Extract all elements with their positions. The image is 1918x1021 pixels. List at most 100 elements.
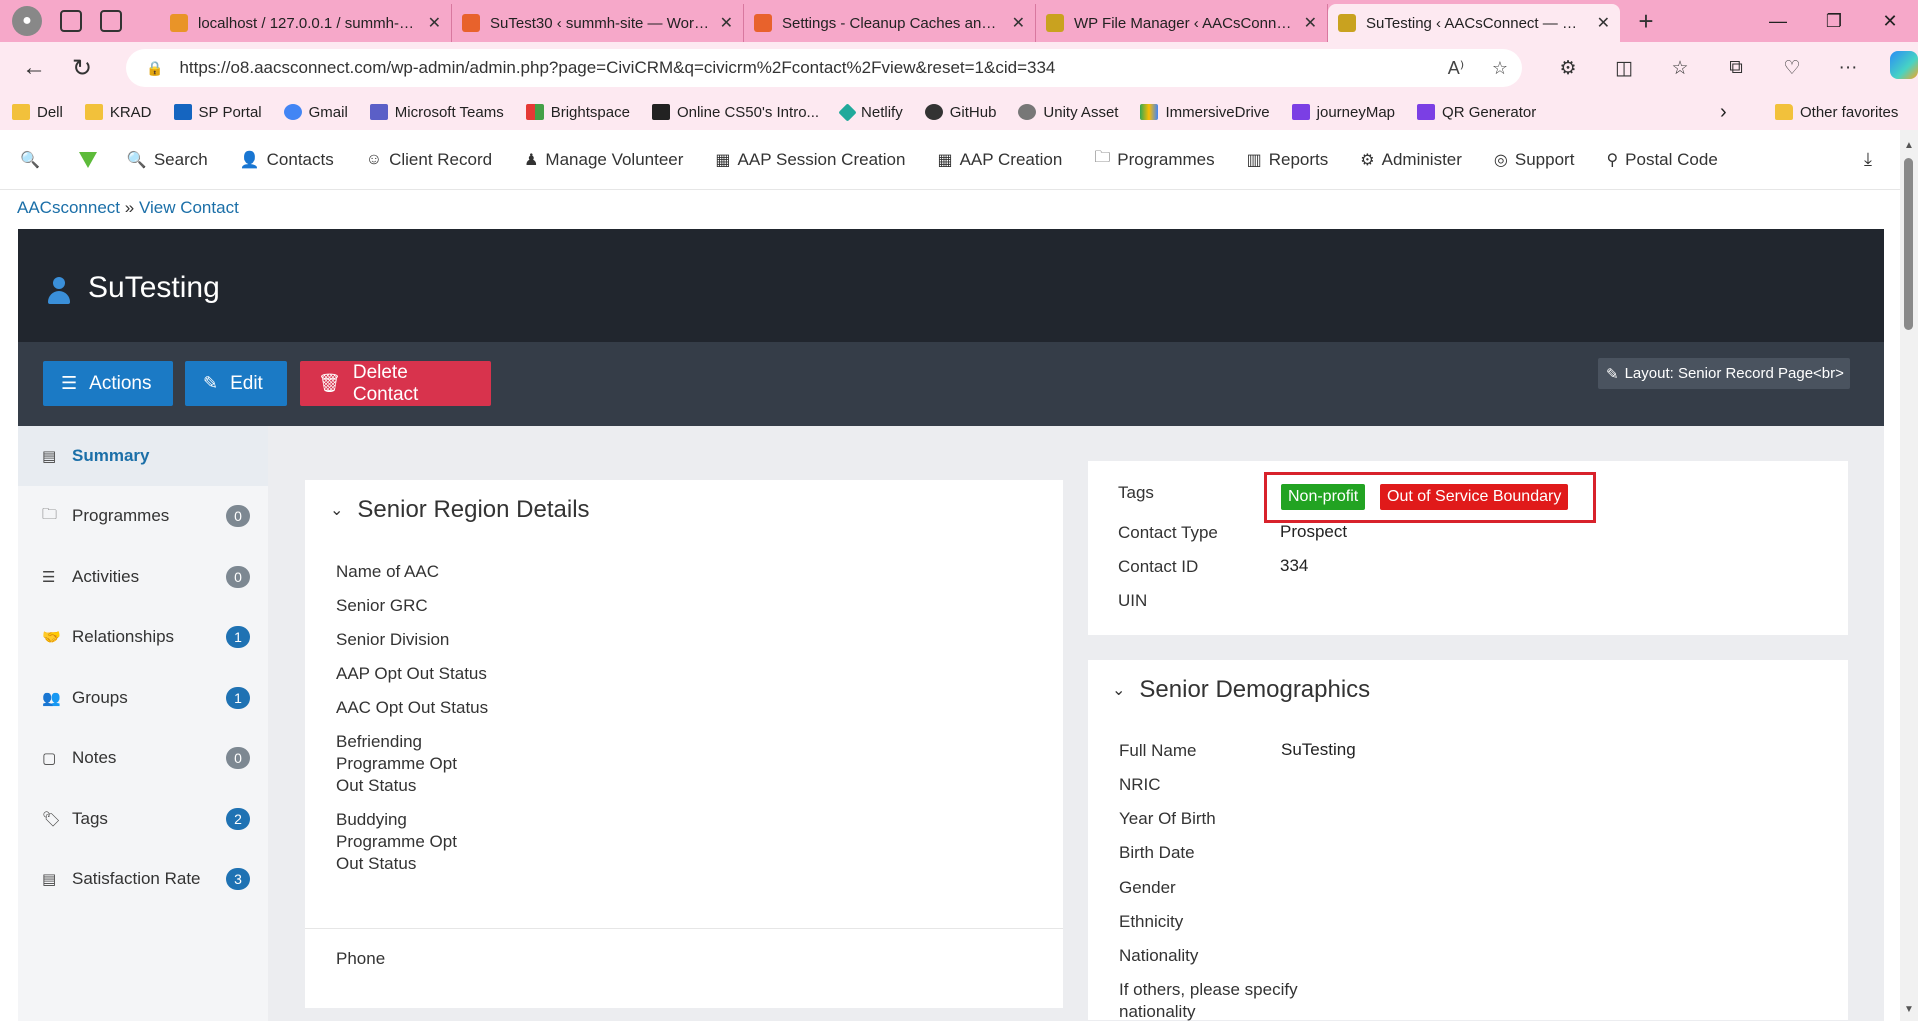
count-badge: 0 <box>226 566 250 588</box>
minimize-icon[interactable]: — <box>1750 11 1806 32</box>
lifebuoy-icon: ◎ <box>1493 151 1508 169</box>
other-favorites[interactable]: Other favorites <box>1775 104 1898 121</box>
menu-administer[interactable]: ⚙ Administer <box>1360 150 1462 170</box>
browser-tab-active[interactable]: SuTesting ‹ AACsConnect — Wor ✕ <box>1328 4 1620 42</box>
more-menu-icon[interactable]: ··· <box>1820 57 1876 79</box>
breadcrumb: AACsconnect » View Contact <box>17 198 239 218</box>
menu-client-record[interactable]: ☺ Client Record <box>366 150 492 170</box>
profile-icon[interactable]: ● <box>12 6 42 36</box>
browser-essentials-icon[interactable]: ♡ <box>1764 57 1820 80</box>
browser-tab[interactable]: WP File Manager ‹ AACsConnect ✕ <box>1036 4 1328 42</box>
favorite-item[interactable]: Brightspace <box>525 104 630 121</box>
contact-type-value: Prospect <box>1280 522 1348 541</box>
favorite-item[interactable]: GitHub <box>924 103 997 121</box>
tab-label: Tags <box>72 809 108 828</box>
scroll-up-icon[interactable]: ▲ <box>1904 140 1914 151</box>
tab-actions-icon[interactable] <box>100 10 122 32</box>
menu-support[interactable]: ◎ Support <box>1494 150 1575 170</box>
field-label: AAP Opt Out Status <box>336 664 487 683</box>
close-tab-icon[interactable]: ✕ <box>1597 13 1610 33</box>
copilot-icon[interactable] <box>1876 51 1918 85</box>
close-tab-icon[interactable]: ✕ <box>428 13 441 33</box>
favorite-item[interactable]: Unity Asset <box>1018 104 1118 121</box>
extensions-icon[interactable]: ⚙ <box>1540 57 1596 80</box>
menu-programmes[interactable]: 🗀 Programmes <box>1094 146 1214 173</box>
url-text[interactable]: https://o8.aacsconnect.com/wp-admin/admi… <box>179 58 1434 78</box>
read-aloud-icon[interactable]: A⁾ <box>1434 58 1478 79</box>
favorite-label: Gmail <box>308 103 348 121</box>
tab-groups[interactable]: 👥 Groups 1 <box>18 668 268 728</box>
favorite-star-icon[interactable]: ☆ <box>1478 58 1522 79</box>
browser-tab[interactable]: SuTest30 ‹ summh-site — WordPr ✕ <box>452 4 744 42</box>
tab-tags[interactable]: 🏷 Tags 2 <box>18 789 268 849</box>
breadcrumb-root-link[interactable]: AACsconnect <box>17 198 120 217</box>
close-window-icon[interactable]: ✕ <box>1862 11 1918 32</box>
menu-search[interactable]: 🔍 Search <box>127 150 208 170</box>
favorite-item[interactable]: ImmersiveDrive <box>1140 104 1270 121</box>
tab-summary[interactable]: ▤ Summary <box>18 426 268 486</box>
download-icon[interactable]: ⤓ <box>1864 149 1872 170</box>
field-label: If others, please specify nationality <box>1119 980 1298 1021</box>
menu-reports[interactable]: ▥ Reports <box>1247 150 1329 170</box>
menu-label: Manage Volunteer <box>545 149 684 169</box>
page-scrollbar[interactable]: ▲ ▼ <box>1900 130 1918 1021</box>
favorite-item[interactable]: Gmail <box>283 103 348 121</box>
scroll-down-icon[interactable]: ▼ <box>1904 1004 1914 1015</box>
scroll-thumb[interactable] <box>1904 158 1913 330</box>
tab-notes[interactable]: ▢ Notes 0 <box>18 728 268 788</box>
menu-label: Administer <box>1381 149 1462 169</box>
restore-icon[interactable]: ❐ <box>1806 11 1862 32</box>
favorite-item[interactable]: Online CS50's Intro... <box>651 104 819 121</box>
civicrm-logo-icon[interactable] <box>78 151 97 168</box>
menu-aap-session-creation[interactable]: ▦ AAP Session Creation <box>715 150 905 170</box>
senior-region-title[interactable]: ⌄ Senior Region Details <box>330 496 590 524</box>
menu-aap-creation[interactable]: ▦ AAP Creation <box>937 150 1062 170</box>
chevron-right-icon[interactable]: › <box>1720 101 1727 124</box>
tab-relationships[interactable]: 🤝 Relationships 1 <box>18 607 268 667</box>
menu-manage-volunteer[interactable]: ♟ Manage Volunteer <box>524 150 683 170</box>
layout-switch-button[interactable]: ✎ Layout: Senior Record Page<br> <box>1598 358 1850 389</box>
person-icon: ♟ <box>524 151 539 169</box>
menu-postal-code[interactable]: ⚲ Postal Code <box>1606 150 1717 170</box>
calendar-icon: ▦ <box>715 151 731 169</box>
delete-contact-button[interactable]: 🗑 Delete Contact <box>300 361 491 406</box>
field-label: Ethnicity <box>1119 912 1184 931</box>
breadcrumb-current-link[interactable]: View Contact <box>139 198 239 217</box>
senior-demographics-title[interactable]: ⌄ Senior Demographics <box>1112 676 1370 704</box>
tab-satisfaction-rate[interactable]: ▤ Satisfaction Rate 3 <box>18 849 268 909</box>
favorites-icon[interactable]: ☆ <box>1652 57 1708 80</box>
split-screen-icon[interactable]: ◫ <box>1596 57 1652 80</box>
refresh-icon[interactable]: ↻ <box>58 54 106 83</box>
folder-open-icon: 🗀 <box>1094 149 1111 166</box>
address-bar[interactable]: 🔒 https://o8.aacsconnect.com/wp-admin/ad… <box>126 49 1522 87</box>
favorite-item[interactable]: Dell <box>12 104 63 121</box>
tab-programmes[interactable]: 🗀 Programmes 0 <box>18 486 268 546</box>
menu-contacts[interactable]: 👤 Contacts <box>240 150 334 170</box>
favorite-item[interactable]: KRAD <box>84 104 152 121</box>
favorite-item[interactable]: SP Portal <box>173 104 262 121</box>
actions-button[interactable]: ☰ Actions <box>43 361 173 406</box>
collections-icon[interactable]: ⧉ <box>1708 57 1764 79</box>
favorite-label: Microsoft Teams <box>394 103 504 121</box>
site-info-icon[interactable]: 🔒 <box>146 60 163 77</box>
favorite-item[interactable]: Netlify <box>838 102 903 122</box>
github-icon <box>924 104 943 120</box>
quicksearch-icon[interactable]: 🔍 <box>20 150 47 170</box>
favorite-label: GitHub <box>949 103 997 121</box>
field-label: Nationality <box>1119 946 1199 965</box>
close-tab-icon[interactable]: ✕ <box>720 13 733 33</box>
new-tab-icon[interactable]: + <box>1626 6 1666 37</box>
menu-label: Reports <box>1268 149 1329 169</box>
browser-tab[interactable]: Settings - Cleanup Caches and Up ✕ <box>744 4 1036 42</box>
back-icon[interactable]: ← <box>10 54 58 82</box>
favorite-item[interactable]: journeyMap <box>1291 104 1395 121</box>
favorite-item[interactable]: Microsoft Teams <box>369 103 504 121</box>
browser-tab[interactable]: localhost / 127.0.0.1 / summh-site ✕ <box>160 4 452 42</box>
edit-button[interactable]: ✎ Edit <box>185 361 287 406</box>
workspaces-icon[interactable] <box>60 10 82 32</box>
close-tab-icon[interactable]: ✕ <box>1012 13 1025 33</box>
breadcrumb-separator: » <box>124 198 135 217</box>
favorite-item[interactable]: QR Generator <box>1417 104 1536 121</box>
tab-activities[interactable]: ☰ Activities 0 <box>18 547 268 607</box>
close-tab-icon[interactable]: ✕ <box>1304 13 1317 33</box>
